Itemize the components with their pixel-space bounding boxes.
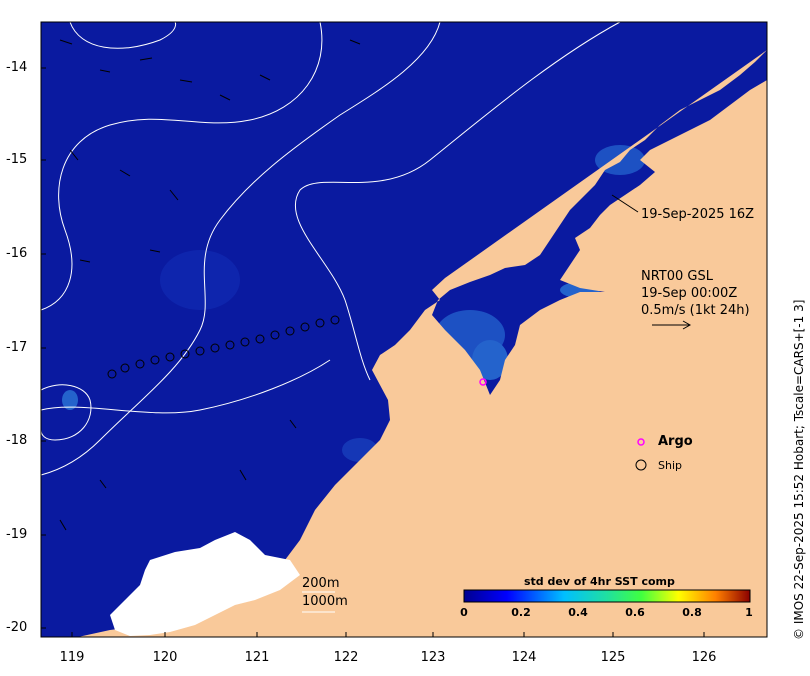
current-scale-label: 0.5m/s (1kt 24h)	[641, 303, 750, 318]
sst-map: -14 -15 -16 -17 -18 -19 -20 119 120 121 …	[0, 0, 810, 672]
colorbar-tick: 0.8	[682, 606, 702, 619]
lat-tick-label: -16	[6, 246, 28, 261]
credit-text: © IMOS 22-Sep-2025 15:52 Hobart; Tscale=…	[792, 299, 806, 640]
colorbar-tick: 1	[745, 606, 753, 619]
colorbar-tick: 0.6	[625, 606, 645, 619]
lat-tick-label: -14	[6, 60, 28, 75]
lon-tick-label: 121	[244, 650, 270, 665]
lat-tick-label: -19	[6, 527, 28, 542]
colorbar-tick: 0	[460, 606, 468, 619]
colorbar-tick: 0.2	[511, 606, 531, 619]
lon-tick-label: 123	[420, 650, 446, 665]
lon-tick-label: 124	[511, 650, 537, 665]
colorbar-gradient	[463, 589, 751, 603]
lon-tick-label: 125	[600, 650, 626, 665]
colorbar-tick: 0.4	[568, 606, 588, 619]
colorbar-title: std dev of 4hr SST comp	[524, 575, 675, 588]
ship-legend-label: Ship	[658, 459, 682, 472]
map-canvas	[40, 21, 768, 638]
argo-legend-label: Argo	[658, 434, 693, 449]
lon-tick-label: 122	[333, 650, 359, 665]
lon-tick-label: 120	[152, 650, 178, 665]
lon-tick-label: 119	[59, 650, 85, 665]
lon-tick-label: 126	[691, 650, 717, 665]
depth-200-label: 200m	[302, 576, 340, 591]
current-time-label: 19-Sep 00:00Z	[641, 286, 738, 301]
lat-tick-label: -15	[6, 152, 28, 167]
timestamp-label: 19-Sep-2025 16Z	[641, 207, 755, 222]
lat-tick-label: -20	[6, 620, 28, 635]
current-source-label: NRT00 GSL	[641, 269, 713, 284]
lat-tick-label: -17	[6, 340, 28, 355]
lat-tick-label: -18	[6, 433, 28, 448]
depth-1000-label: 1000m	[302, 594, 348, 609]
